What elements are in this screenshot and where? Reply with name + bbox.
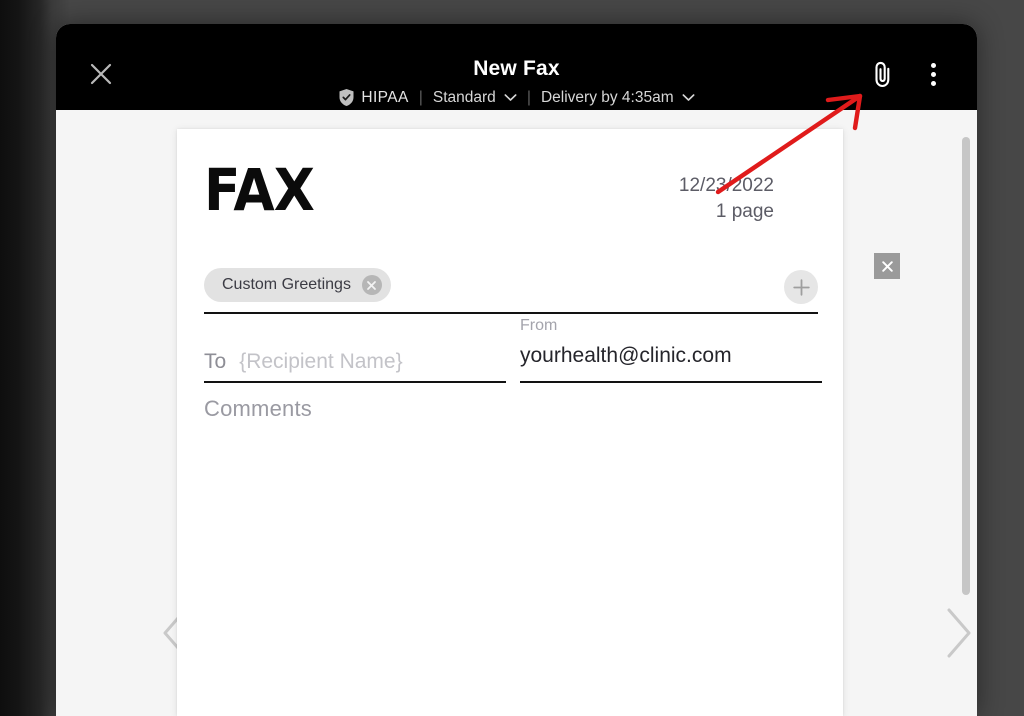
paperclip-icon	[874, 61, 889, 88]
hipaa-badge: HIPAA	[328, 88, 418, 107]
close-x-icon	[881, 260, 893, 272]
fax-meta: 12/23/2022 1 page	[679, 173, 774, 225]
more-vertical-icon	[930, 80, 936, 86]
app-topbar: New Fax HIPAA | Standard | Delivery by 4…	[56, 24, 977, 110]
attach-file-button[interactable]	[860, 52, 904, 96]
greeting-chip[interactable]: Custom Greetings	[204, 268, 391, 302]
comments-input[interactable]	[204, 429, 818, 716]
fax-document-page: FAX 12/23/2022 1 page Custom Greetings T…	[177, 129, 843, 716]
more-vertical-icon	[930, 71, 936, 77]
fax-options-bar: HIPAA | Standard | Delivery by 4:35am	[56, 88, 977, 107]
speed-option-dropdown[interactable]: Standard	[423, 89, 527, 107]
from-label: From	[520, 317, 558, 334]
speed-option-label: Standard	[432, 88, 496, 106]
fax-page-count: 1 page	[715, 201, 774, 222]
scrollbar-thumb[interactable]	[962, 137, 970, 595]
vertical-scrollbar[interactable]	[961, 110, 973, 716]
to-input-placeholder: {Recipient Name}	[239, 350, 403, 373]
hipaa-label: HIPAA	[361, 88, 409, 106]
greeting-chip-label: Custom Greetings	[222, 276, 351, 293]
remove-greeting-button[interactable]	[361, 275, 382, 295]
fax-logo: FAX	[204, 156, 315, 224]
fax-document-content: FAX 12/23/2022 1 page Custom Greetings T…	[204, 129, 822, 716]
fax-scroll-area: FAX 12/23/2022 1 page Custom Greetings T…	[56, 110, 977, 716]
page-title: New Fax	[473, 57, 560, 80]
chevron-down-icon	[504, 94, 517, 101]
chevron-down-icon	[682, 94, 695, 101]
dismiss-document-button[interactable]	[874, 253, 900, 279]
from-field[interactable]: From yourhealth@clinic.com	[520, 304, 822, 383]
close-circle-icon	[367, 280, 377, 290]
fax-app-window: New Fax HIPAA | Standard | Delivery by 4…	[56, 24, 977, 716]
plus-icon	[792, 278, 810, 296]
to-field[interactable]: To {Recipient Name}	[204, 317, 506, 383]
add-greeting-button[interactable]	[784, 270, 818, 304]
delivery-option-dropdown[interactable]: Delivery by 4:35am	[531, 89, 705, 107]
topbar-actions	[860, 52, 977, 96]
delivery-option-label: Delivery by 4:35am	[540, 88, 674, 106]
to-label: To	[204, 350, 227, 373]
title-block: New Fax HIPAA | Standard | Delivery by 4…	[56, 58, 977, 107]
more-vertical-icon	[930, 62, 936, 68]
shield-check-icon	[339, 89, 354, 106]
comments-label: Comments	[204, 396, 312, 421]
from-input-value: yourhealth@clinic.com	[520, 344, 732, 367]
more-options-button[interactable]	[911, 52, 955, 96]
fax-date: 12/23/2022	[678, 175, 774, 196]
